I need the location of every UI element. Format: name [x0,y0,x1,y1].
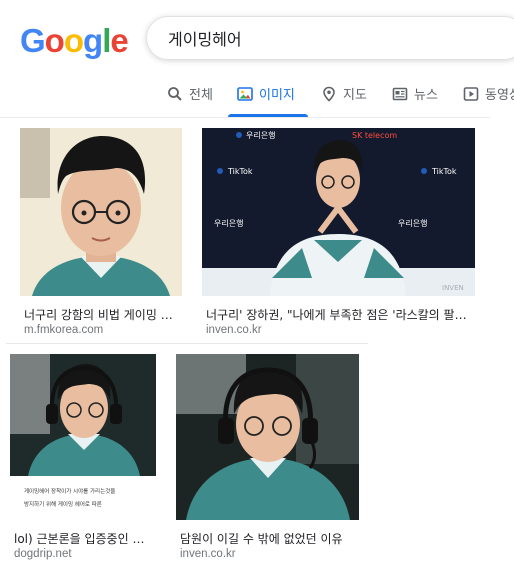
map-pin-icon [323,86,335,102]
result-caption[interactable]: 담원이 이길 수 밖에 없었던 이유 [180,530,356,547]
tab-news[interactable]: 뉴스 [392,84,438,103]
press-conference-image: 우리은행 SK telecom TikTok TikTok 우리은행 우리은행 … [202,128,475,296]
sponsor-logo-text: SK telecom [352,131,397,140]
gaming-player-image: 게이밍헤어 장착이가 시야를 가리는것을 방지하기 위해 게이밍 헤어로 따른 [10,354,156,520]
tabs-divider [0,117,490,118]
logo-letter: e [110,22,128,59]
result-caption[interactable]: lol) 근본론을 입증중인 너구리 게이밍 헤어 [14,530,154,547]
tab-label: 지도 [343,88,367,103]
result-source[interactable]: dogdrip.net [14,548,72,560]
logo-letter: o [44,22,65,59]
sponsor-logo-text: 우리은행 [398,218,427,228]
search-icon [168,86,182,101]
tab-images[interactable]: 이미지 [237,84,295,103]
logo-letter: o [63,22,84,59]
tab-label: 전체 [189,88,213,103]
result-thumbnail[interactable] [176,354,359,520]
search-box[interactable] [146,16,514,60]
result-source[interactable]: inven.co.kr [180,548,236,560]
image-overlay-text: 방지하기 위해 게이밍 헤어로 따른 [24,500,102,508]
tab-label: 이미지 [259,88,295,103]
result-caption[interactable]: 너구리 강함의 비법 게이밍 헤어 [24,306,178,323]
row-divider [6,343,368,344]
gaming-player-image [176,354,359,520]
result-thumbnail[interactable] [20,128,182,296]
search-tabs: 전체 이미지 지도 뉴스 동영상 [0,76,514,118]
image-icon [237,86,253,101]
tab-maps[interactable]: 지도 [321,84,367,103]
logo-letter: l [102,22,111,59]
result-thumbnail[interactable]: 게이밍헤어 장착이가 시야를 가리는것을 방지하기 위해 게이밍 헤어로 따른 [10,354,156,520]
sponsor-logo-text: 우리은행 [214,218,243,228]
result-caption[interactable]: 너구리' 장하권, "나에게 부족한 점은 '라스칼의 팔자 눈썹'" [206,306,468,323]
result-source[interactable]: inven.co.kr [206,324,262,336]
google-logo[interactable]: Google [20,22,129,60]
result-source[interactable]: m.fmkorea.com [24,324,103,336]
sponsor-logo-text: TikTok [227,167,253,176]
tab-videos[interactable]: 동영상 [463,84,514,103]
tab-label: 뉴스 [414,88,438,103]
logo-letter: g [83,22,103,59]
tab-label: 동영상 [485,88,514,103]
sponsor-logo-text: INVEN [442,284,464,292]
search-input[interactable] [168,28,508,48]
tab-all[interactable]: 전체 [167,84,213,103]
result-thumbnail[interactable]: 우리은행 SK telecom TikTok TikTok 우리은행 우리은행 … [202,128,475,296]
image-overlay-text: 게이밍헤어 장착이가 시야를 가리는것을 [24,487,115,495]
video-icon [463,86,479,101]
news-icon [392,87,408,100]
logo-letter: G [20,22,46,59]
sponsor-logo-text: TikTok [431,167,457,176]
portrait-image [20,128,182,296]
sponsor-logo-text: 우리은행 [246,130,275,140]
